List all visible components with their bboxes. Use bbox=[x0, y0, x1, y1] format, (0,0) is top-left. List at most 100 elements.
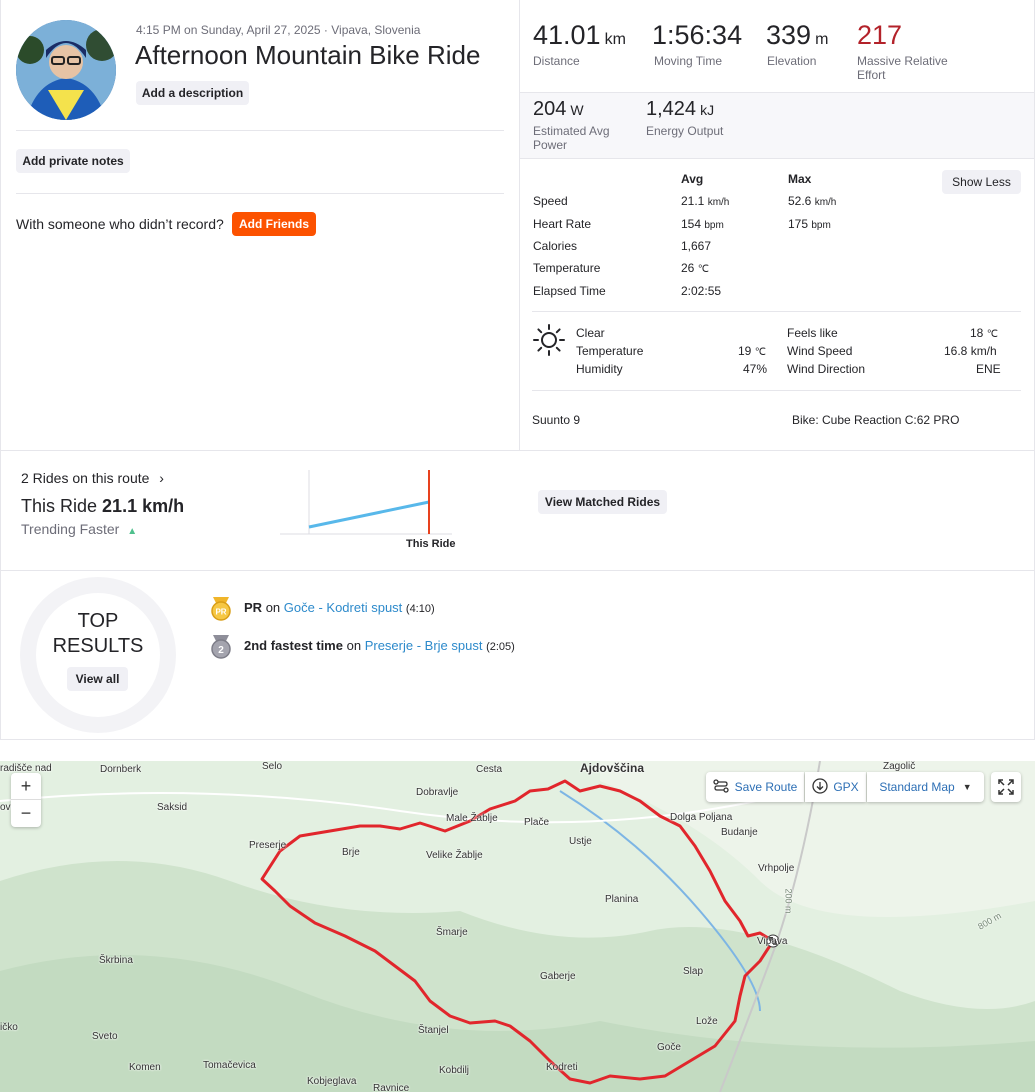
power-label: Estimated Avg Power bbox=[533, 124, 610, 152]
elevation-label: Elevation bbox=[767, 54, 817, 68]
chevron-right-icon: › bbox=[159, 470, 164, 486]
map-place-label: Komen bbox=[129, 1062, 161, 1073]
map-place-label: Slap bbox=[683, 966, 704, 977]
map-place-label: Kobdilj bbox=[439, 1065, 470, 1076]
rides-on-route-link[interactable]: 2 Rides on this route › bbox=[21, 470, 164, 486]
map-place-label: Planina bbox=[605, 894, 639, 905]
activity-title: Afternoon Mountain Bike Ride bbox=[135, 40, 481, 70]
map-place-label: Vipava bbox=[757, 936, 788, 947]
divider bbox=[532, 390, 1021, 391]
map-place-label: Velike Žablje bbox=[426, 850, 483, 861]
divider bbox=[16, 130, 504, 131]
map-place-label: Zagolič bbox=[883, 761, 916, 772]
expand-icon bbox=[998, 779, 1014, 795]
bike-name[interactable]: Bike: Cube Reaction C:62 PRO bbox=[792, 413, 959, 427]
map-place-label: ičko bbox=[0, 1022, 18, 1033]
svg-text:2: 2 bbox=[218, 645, 224, 656]
map-type-select[interactable]: Standard Map ▼ bbox=[867, 772, 984, 802]
map-place-label: Kobjeglava bbox=[307, 1076, 357, 1087]
map-place-label: Štanjel bbox=[418, 1025, 449, 1036]
detail-row-label: Speed bbox=[533, 194, 568, 208]
detail-row-avg: 26 ℃ bbox=[681, 261, 709, 275]
map-place-label: Sveto bbox=[92, 1031, 118, 1042]
detail-row-avg: 2:02:55 bbox=[681, 284, 722, 298]
weather-wind-speed-label: Wind Speed bbox=[787, 344, 853, 358]
moving-time-value: 1:56:34 bbox=[652, 20, 743, 50]
map-place-label: Lože bbox=[696, 1016, 718, 1027]
panel-divider bbox=[519, 0, 520, 450]
weather-temperature-value: 19 ℃ bbox=[738, 344, 766, 358]
detail-row-max: 175 bpm bbox=[788, 217, 831, 231]
trend-label: Trending Faster ▲ bbox=[21, 521, 138, 537]
weather-humidity-label: Humidity bbox=[576, 362, 623, 376]
detail-row-avg: 21.1 km/h bbox=[681, 194, 730, 208]
divider bbox=[0, 570, 1035, 571]
map-place-label: Vrhpolje bbox=[758, 863, 795, 874]
map-place-label: Šmarje bbox=[436, 927, 468, 938]
download-icon bbox=[812, 777, 828, 797]
weather-feels-like-value: 18 ℃ bbox=[970, 326, 998, 340]
moving-time-label: Moving Time bbox=[654, 54, 723, 68]
segment-link[interactable]: Preserje - Brje spust bbox=[365, 638, 483, 653]
map-place-label: Tomačevica bbox=[203, 1060, 256, 1071]
detail-row-max: 52.6 km/h bbox=[788, 194, 837, 208]
route-icon bbox=[712, 778, 729, 797]
map-place-label: Goče bbox=[657, 1042, 681, 1053]
weather-wind-direction-label: Wind Direction bbox=[787, 362, 866, 376]
gpx-download-button[interactable]: GPX bbox=[805, 772, 866, 802]
map-place-label: Gaberje bbox=[540, 971, 576, 982]
distance-value: 41.01 km bbox=[533, 20, 626, 50]
achievement-pr: PR on Goče - Kodreti spust (4:10) bbox=[244, 600, 435, 615]
map-place-label: Budanje bbox=[721, 827, 758, 838]
map-place-label: Škrbina bbox=[99, 955, 133, 966]
weather-wind-speed-value: 16.8 km/h bbox=[944, 344, 997, 358]
route-map[interactable]: radišče nad Dornberk Selo Cesta Ajdovšči… bbox=[0, 761, 1035, 1092]
map-place-label: Saksid bbox=[157, 802, 188, 813]
this-ride-speed: This Ride 21.1 km/h bbox=[21, 496, 185, 516]
map-place-label: Ustje bbox=[569, 836, 592, 847]
zoom-out-button[interactable]: − bbox=[11, 800, 41, 826]
athlete-avatar[interactable] bbox=[16, 20, 116, 120]
detail-row-label: Temperature bbox=[533, 261, 601, 275]
add-description-button[interactable]: Add a description bbox=[136, 81, 249, 105]
weather-humidity-value: 47% bbox=[743, 362, 768, 376]
fullscreen-button[interactable] bbox=[991, 772, 1021, 802]
map-place-label: Dolga Poljana bbox=[670, 812, 733, 823]
detail-row-label: Heart Rate bbox=[533, 217, 592, 231]
map-place-label: Brje bbox=[342, 847, 360, 858]
svg-text:PR: PR bbox=[215, 608, 226, 617]
segment-link[interactable]: Goče - Kodreti spust bbox=[284, 600, 403, 615]
divider bbox=[520, 92, 1035, 93]
detail-row-label: Calories bbox=[533, 239, 578, 253]
energy-value: 1,424 kJ bbox=[646, 98, 715, 120]
view-all-button[interactable]: View all bbox=[67, 667, 128, 691]
show-less-button[interactable]: Show Less bbox=[942, 170, 1021, 194]
speed-trend-line bbox=[308, 500, 430, 529]
map-place-label: Ajdovščina bbox=[580, 761, 645, 775]
map-place-label: Dobravlje bbox=[416, 787, 459, 798]
divider bbox=[0, 739, 1035, 740]
divider bbox=[0, 450, 1035, 451]
caret-down-icon: ▼ bbox=[962, 782, 972, 792]
map-place-label: Kodreti bbox=[546, 1062, 578, 1073]
add-private-notes-button[interactable]: Add private notes bbox=[16, 149, 130, 173]
view-matched-rides-button[interactable]: View Matched Rides bbox=[538, 490, 667, 514]
add-friends-button[interactable]: Add Friends bbox=[232, 212, 316, 236]
weather-temperature-label: Temperature bbox=[576, 344, 644, 358]
activity-meta: 4:15 PM on Sunday, April 27, 2025 · Vipa… bbox=[136, 23, 421, 37]
route-trend-chart bbox=[280, 470, 452, 535]
relative-effort-value[interactable]: 217 bbox=[857, 20, 902, 51]
divider bbox=[16, 193, 504, 194]
device-name: Suunto 9 bbox=[532, 413, 581, 427]
zoom-in-button[interactable]: + bbox=[11, 774, 41, 800]
divider bbox=[532, 311, 1021, 312]
power-value: 204 W bbox=[533, 98, 584, 120]
elevation-label: 200 m bbox=[783, 888, 794, 914]
relative-effort-label: Massive Relative Effort bbox=[857, 54, 948, 82]
map-place-label: Plače bbox=[524, 817, 550, 828]
zoom-controls: + − bbox=[11, 773, 41, 827]
map-place-label: Ravnice bbox=[373, 1083, 410, 1092]
save-route-button[interactable]: Save Route bbox=[706, 772, 804, 802]
sun-icon bbox=[532, 323, 566, 357]
detail-row-label: Elapsed Time bbox=[533, 284, 606, 298]
